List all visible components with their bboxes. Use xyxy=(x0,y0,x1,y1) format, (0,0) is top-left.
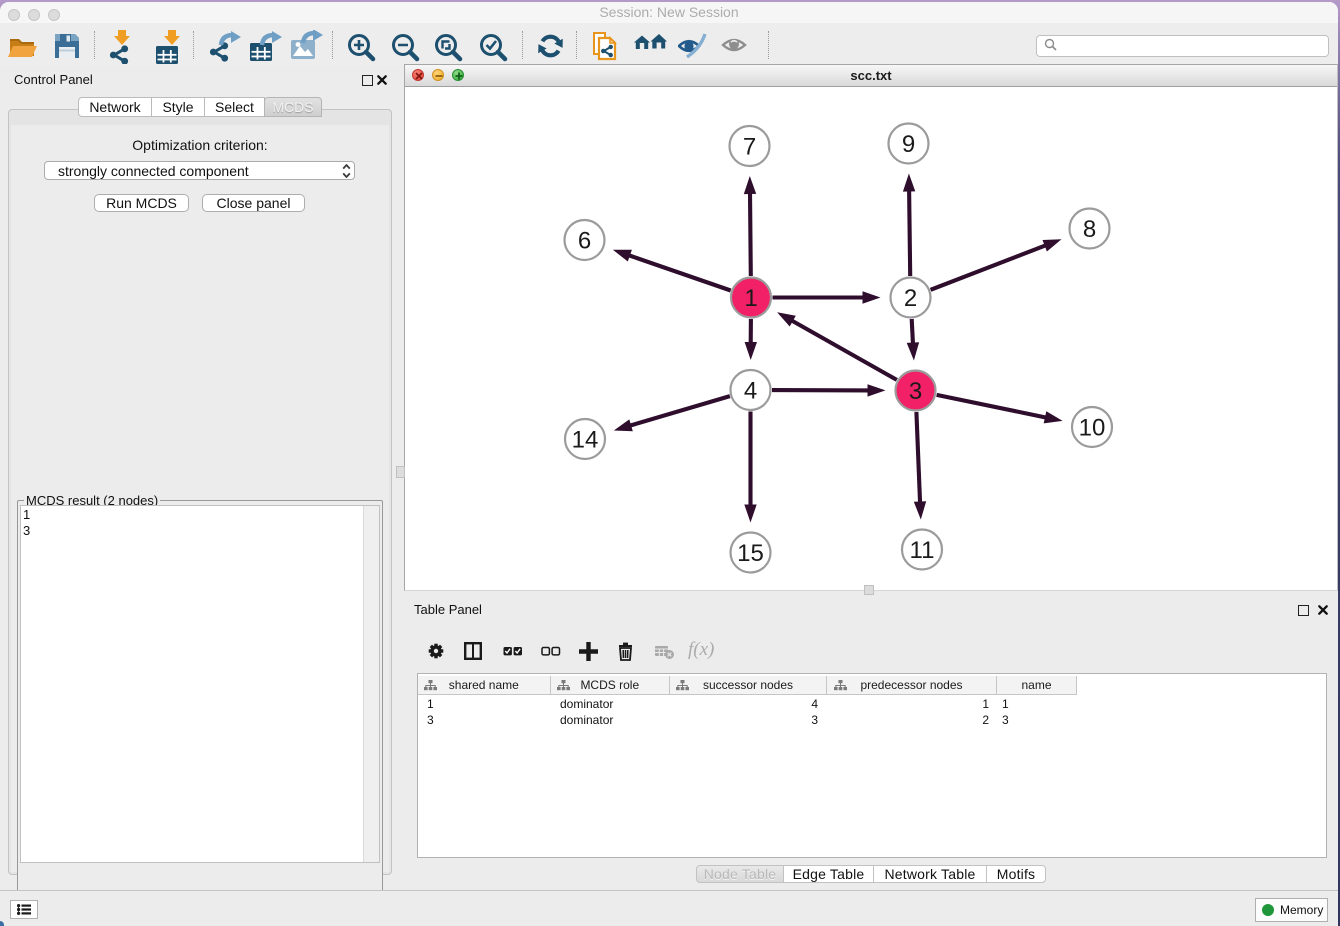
svg-text:14: 14 xyxy=(572,427,599,454)
svg-text:1: 1 xyxy=(744,285,757,312)
svg-text:9: 9 xyxy=(902,131,915,158)
svg-text:10: 10 xyxy=(1079,415,1106,442)
svg-text:15: 15 xyxy=(737,540,764,567)
svg-text:6: 6 xyxy=(578,228,591,255)
svg-text:4: 4 xyxy=(744,378,757,405)
svg-text:7: 7 xyxy=(743,134,756,161)
svg-text:3: 3 xyxy=(909,378,922,405)
svg-text:8: 8 xyxy=(1083,216,1096,243)
svg-text:2: 2 xyxy=(904,285,917,312)
svg-text:11: 11 xyxy=(910,537,935,564)
